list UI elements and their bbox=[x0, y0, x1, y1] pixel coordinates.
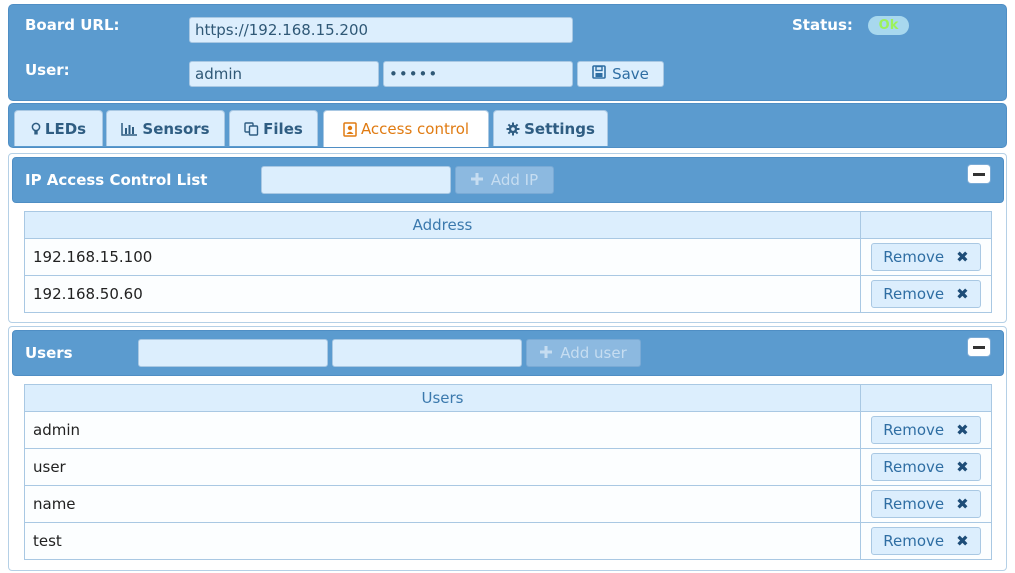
username-cell: admin bbox=[24, 411, 861, 449]
tab-leds[interactable]: LEDs bbox=[14, 110, 103, 146]
remove-button[interactable]: Remove ✖ bbox=[871, 243, 981, 271]
gear-icon bbox=[506, 122, 520, 136]
users-column-header: Users bbox=[24, 384, 861, 412]
add-ip-button[interactable]: Add IP bbox=[455, 166, 554, 194]
add-user-button[interactable]: Add user bbox=[526, 339, 641, 367]
tab-sensors[interactable]: Sensors bbox=[106, 110, 225, 146]
minus-icon bbox=[973, 345, 985, 349]
table-row: test Remove ✖ bbox=[24, 522, 992, 560]
save-button-label: Save bbox=[612, 65, 649, 83]
plus-icon bbox=[540, 344, 553, 362]
remove-label: Remove bbox=[883, 248, 945, 266]
users-table-header: Users bbox=[24, 384, 992, 412]
remove-button[interactable]: Remove ✖ bbox=[871, 527, 981, 555]
action-column-header bbox=[860, 384, 992, 412]
close-icon: ✖ bbox=[956, 532, 969, 550]
remove-button[interactable]: Remove ✖ bbox=[871, 416, 981, 444]
save-button[interactable]: Save bbox=[577, 61, 664, 87]
table-row: name Remove ✖ bbox=[24, 485, 992, 523]
password-input[interactable]: ••••• bbox=[383, 61, 573, 87]
user-label: User: bbox=[25, 61, 70, 79]
add-user-label: Add user bbox=[560, 344, 627, 362]
ip-address-cell: 192.168.15.100 bbox=[24, 238, 861, 276]
table-row: user Remove ✖ bbox=[24, 448, 992, 486]
plus-icon bbox=[470, 171, 483, 189]
new-password-input[interactable] bbox=[332, 339, 522, 367]
table-row: 192.168.15.100 Remove ✖ bbox=[24, 238, 992, 276]
remove-label: Remove bbox=[883, 495, 945, 513]
username-input[interactable]: admin bbox=[189, 61, 379, 87]
lightbulb-icon bbox=[31, 122, 41, 136]
ip-table-header: Address bbox=[24, 211, 992, 239]
users-panel-title: Users bbox=[25, 344, 73, 362]
ip-address-input[interactable] bbox=[261, 166, 451, 194]
username-cell: user bbox=[24, 448, 861, 486]
close-icon: ✖ bbox=[956, 495, 969, 513]
close-icon: ✖ bbox=[956, 421, 969, 439]
username-cell: test bbox=[24, 522, 861, 560]
ip-table: Address 192.168.15.100 Remove ✖ 192.168.5… bbox=[24, 211, 992, 313]
ip-panel-collapse-button[interactable] bbox=[967, 164, 991, 184]
remove-button[interactable]: Remove ✖ bbox=[871, 280, 981, 308]
close-icon: ✖ bbox=[956, 285, 969, 303]
remove-button[interactable]: Remove ✖ bbox=[871, 453, 981, 481]
tab-settings[interactable]: Settings bbox=[493, 110, 608, 146]
ip-address-cell: 192.168.50.60 bbox=[24, 275, 861, 313]
add-ip-label: Add IP bbox=[490, 171, 539, 189]
tab-files[interactable]: Files bbox=[229, 110, 318, 146]
status-label: Status: bbox=[792, 16, 853, 34]
ip-panel-title: IP Access Control List bbox=[25, 171, 208, 189]
remove-label: Remove bbox=[883, 532, 945, 550]
username-cell: name bbox=[24, 485, 861, 523]
tab-access-control[interactable]: Access control bbox=[323, 110, 489, 147]
floppy-disk-icon bbox=[592, 65, 606, 83]
tab-settings-label: Settings bbox=[524, 119, 595, 138]
table-row: admin Remove ✖ bbox=[24, 411, 992, 449]
address-column-header: Address bbox=[24, 211, 861, 239]
minus-icon bbox=[973, 172, 985, 176]
users-table: Users admin Remove ✖ user Remove ✖ name Re… bbox=[24, 384, 992, 560]
tab-sensors-label: Sensors bbox=[142, 119, 210, 138]
remove-button[interactable]: Remove ✖ bbox=[871, 490, 981, 518]
tab-access-control-label: Access control bbox=[360, 120, 470, 138]
status-badge: Ok bbox=[868, 16, 909, 35]
tab-files-label: Files bbox=[263, 119, 303, 138]
new-username-input[interactable] bbox=[138, 339, 328, 367]
bar-chart-icon bbox=[121, 122, 138, 136]
remove-label: Remove bbox=[883, 285, 945, 303]
remove-label: Remove bbox=[883, 421, 945, 439]
board-url-input[interactable]: https://192.168.15.200 bbox=[189, 17, 573, 43]
remove-label: Remove bbox=[883, 458, 945, 476]
close-icon: ✖ bbox=[956, 248, 969, 266]
action-column-header bbox=[860, 211, 992, 239]
users-panel-collapse-button[interactable] bbox=[967, 337, 991, 357]
copy-icon bbox=[244, 121, 259, 136]
tab-leds-label: LEDs bbox=[44, 119, 87, 138]
user-badge-icon bbox=[343, 121, 357, 137]
board-url-label: Board URL: bbox=[25, 16, 120, 34]
close-icon: ✖ bbox=[956, 458, 969, 476]
table-row: 192.168.50.60 Remove ✖ bbox=[24, 275, 992, 313]
